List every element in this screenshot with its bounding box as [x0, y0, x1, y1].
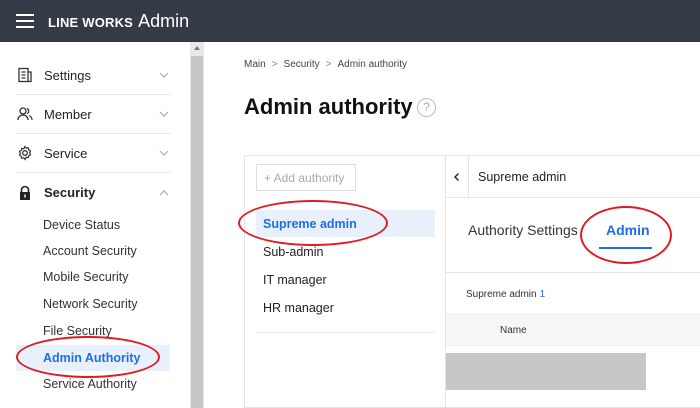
breadcrumb-current: Admin authority [337, 59, 407, 70]
breadcrumb-security[interactable]: Security [284, 59, 320, 70]
sidebar-item-settings[interactable]: Settings [16, 56, 170, 95]
breadcrumb-separator-icon: > [271, 59, 278, 70]
chevron-left-icon [454, 172, 459, 181]
tab-authority-settings[interactable]: Authority Settings [468, 222, 578, 238]
hamburger-menu-icon[interactable] [16, 14, 34, 28]
sidebar-subitem-device-status[interactable]: Device Status [16, 212, 170, 238]
member-icon [16, 105, 34, 123]
top-bar: LINE WORKS Admin [0, 0, 700, 42]
scroll-up-arrow-icon[interactable] [194, 46, 200, 50]
brand-title: Admin [138, 11, 190, 31]
admin-count-label: Supreme admin [466, 289, 537, 300]
sidebar-subitem-mobile-security[interactable]: Mobile Security [16, 264, 170, 290]
table-row-redacted[interactable] [446, 353, 646, 390]
sidebar-subitem-service-authority[interactable]: Service Authority [16, 371, 170, 397]
tab-admin[interactable]: Admin [606, 222, 650, 238]
sidebar-item-label: Member [44, 106, 92, 122]
chevron-down-icon [159, 150, 169, 156]
gear-icon [16, 144, 34, 162]
authority-item-it-manager[interactable]: IT manager [256, 266, 435, 293]
chevron-down-icon [159, 72, 169, 78]
admin-count-value: 1 [539, 289, 546, 300]
authority-item-sub-admin[interactable]: Sub-admin [256, 238, 435, 265]
brand-logo: LINE WORKS [48, 15, 134, 30]
chevron-up-icon [159, 189, 169, 195]
authority-detail-panel: Supreme admin Authority Settings Admin S… [445, 155, 700, 408]
admin-table-header: Name [446, 314, 700, 346]
breadcrumb: Main > Security > Admin authority [244, 59, 407, 70]
lock-icon [16, 184, 34, 202]
sidebar-item-label: Settings [44, 67, 91, 83]
sidebar-item-label: Security [44, 185, 96, 200]
breadcrumb-main[interactable]: Main [244, 59, 266, 70]
active-tab-indicator [599, 247, 652, 249]
divider [256, 332, 435, 333]
sidebar-scrollbar[interactable] [190, 42, 204, 408]
sidebar-subitem-account-security[interactable]: Account Security [16, 238, 170, 264]
authority-item-hr-manager[interactable]: HR manager [256, 294, 435, 321]
sidebar: Settings Member Service Security Device … [0, 42, 190, 408]
sidebar-item-service[interactable]: Service [16, 134, 170, 173]
authority-item-supreme-admin[interactable]: Supreme admin [256, 210, 435, 237]
admin-count: Supreme admin 1 [466, 289, 545, 300]
page-title: Admin authority [244, 94, 413, 119]
authority-list-panel: + Add authority Supreme admin Sub-admin … [244, 155, 445, 408]
back-button[interactable] [446, 156, 469, 197]
sidebar-subitem-admin-authority[interactable]: Admin Authority [16, 345, 170, 371]
divider [446, 197, 700, 198]
sidebar-subitem-partial[interactable] [16, 397, 170, 408]
brand[interactable]: LINE WORKS Admin [48, 11, 189, 32]
column-header-name[interactable]: Name [500, 325, 527, 336]
add-authority-button[interactable]: + Add authority [256, 164, 356, 191]
divider [446, 272, 700, 273]
scrollbar-thumb[interactable] [191, 56, 203, 408]
help-icon[interactable]: ? [417, 98, 436, 117]
detail-header-title: Supreme admin [478, 170, 567, 184]
main-content: Main > Security > Admin authority Admin … [204, 42, 700, 408]
sidebar-item-security[interactable]: Security [16, 173, 170, 212]
chevron-down-icon [159, 111, 169, 117]
sidebar-subitem-network-security[interactable]: Network Security [16, 291, 170, 317]
sidebar-item-member[interactable]: Member [16, 95, 170, 134]
sidebar-subitem-file-security[interactable]: File Security [16, 318, 170, 344]
settings-document-icon [16, 66, 34, 84]
sidebar-item-label: Service [44, 145, 88, 161]
breadcrumb-separator-icon: > [325, 59, 332, 70]
